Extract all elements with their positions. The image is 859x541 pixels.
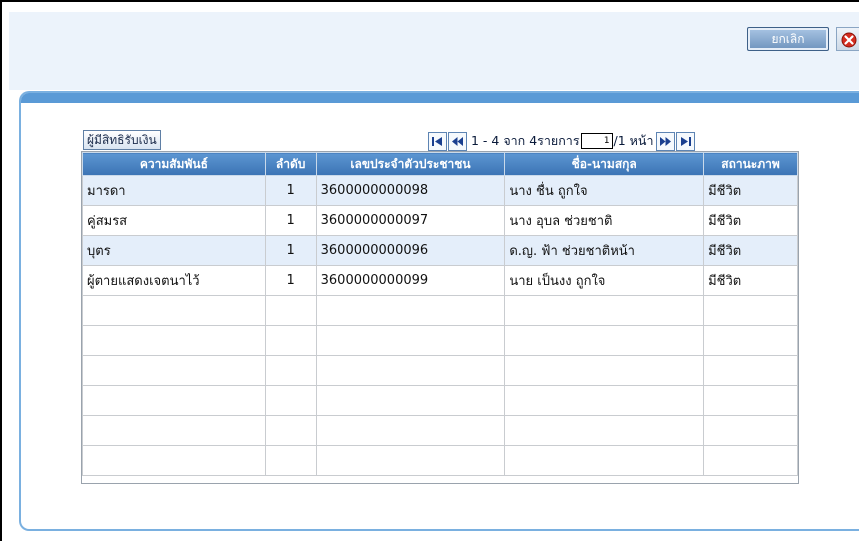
pagination-range: 1 - 4 จาก 4รายการ	[471, 133, 580, 148]
cancel-button[interactable]: ยกเลิก	[747, 27, 829, 51]
table-row[interactable]: คู่สมรส 1 3600000000097 นาง อุบล ช่วยชาต…	[82, 205, 798, 236]
empty-row	[82, 325, 798, 356]
cell-citizen-id: 3600000000096	[315, 235, 506, 266]
page-total-label: /1 หน้า	[613, 133, 654, 148]
close-icon	[841, 32, 857, 48]
empty-row	[82, 385, 798, 416]
cell-status: มีชีวิต	[703, 205, 798, 236]
payee-section-label: ผู้มีสิทธิรับเงิน	[83, 130, 161, 150]
cell-order: 1	[264, 175, 317, 206]
cell-relationship: ผู้ตายแสดงเจตนาไว้	[82, 265, 266, 296]
cell-name: นาย เป็นงง ถูกใจ	[504, 265, 705, 296]
cell-order: 1	[264, 205, 317, 236]
close-button[interactable]	[836, 27, 859, 51]
cell-order: 1	[264, 235, 317, 266]
cell-relationship: มารดา	[82, 175, 266, 206]
last-page-button[interactable]	[675, 131, 695, 151]
empty-row	[82, 295, 798, 326]
column-header-name[interactable]: ชื่อ-นามสกุล	[504, 152, 705, 176]
cell-citizen-id: 3600000000097	[315, 205, 506, 236]
column-header-status[interactable]: สถานะภาพ	[703, 152, 798, 176]
cell-name: ด.ญ. ฟ้า ช่วยชาติหน้า	[504, 235, 705, 266]
cell-name: นาง อุบล ช่วยชาติ	[504, 205, 705, 236]
cell-name: นาง ชื่น ถูกใจ	[504, 175, 705, 206]
panel-header-bar	[21, 93, 859, 103]
table-row[interactable]: บุตร 1 3600000000096 ด.ญ. ฟ้า ช่วยชาติหน…	[82, 235, 798, 266]
first-page-button[interactable]	[428, 131, 447, 151]
column-header-relationship[interactable]: ความสัมพันธ์	[82, 152, 266, 176]
cell-relationship: บุตร	[82, 235, 266, 266]
cell-status: มีชีวิต	[703, 235, 798, 266]
page-number-input[interactable]	[580, 133, 613, 149]
table-row[interactable]: ผู้ตายแสดงเจตนาไว้ 1 3600000000099 นาย เ…	[82, 265, 798, 296]
table-row[interactable]: มารดา 1 3600000000098 นาง ชื่น ถูกใจ มีช…	[82, 175, 798, 206]
first-page-icon	[432, 136, 442, 146]
empty-row	[82, 445, 798, 476]
cell-status: มีชีวิต	[703, 175, 798, 206]
cell-citizen-id: 3600000000099	[315, 265, 506, 296]
empty-row	[82, 415, 798, 446]
toolbar-area	[9, 12, 859, 90]
next-page-icon	[659, 136, 671, 146]
previous-page-icon	[452, 136, 463, 146]
next-page-button[interactable]	[655, 131, 675, 151]
column-header-citizen-id[interactable]: เลขประจำตัวประชาชน	[315, 152, 506, 176]
table-header-row: ความสัมพันธ์ ลำดับ เลขประจำตัวประชาชน ชื…	[82, 152, 798, 176]
beneficiary-table: ความสัมพันธ์ ลำดับ เลขประจำตัวประชาชน ชื…	[82, 152, 798, 476]
column-header-order[interactable]: ลำดับ	[264, 152, 317, 176]
cell-status: มีชีวิต	[703, 265, 798, 296]
cell-relationship: คู่สมรส	[82, 205, 266, 236]
last-page-icon	[680, 136, 691, 146]
previous-page-button[interactable]	[448, 131, 467, 151]
empty-row	[82, 355, 798, 386]
cell-citizen-id: 3600000000098	[315, 175, 506, 206]
pagination-bar: 1 - 4 จาก 4รายการ /1 หน้า	[428, 130, 696, 152]
cell-order: 1	[264, 265, 317, 296]
